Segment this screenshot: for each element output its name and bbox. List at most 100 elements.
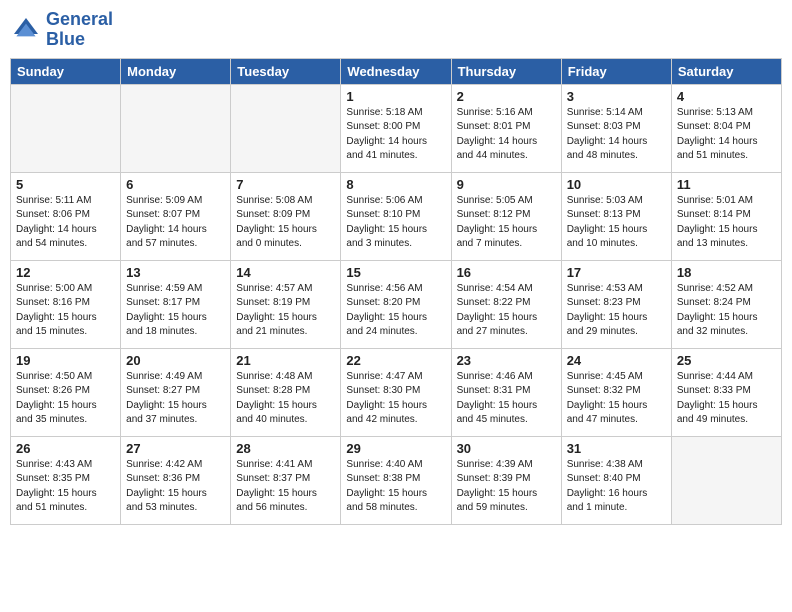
day-number: 8: [346, 177, 445, 192]
day-number: 12: [16, 265, 115, 280]
day-number: 7: [236, 177, 335, 192]
calendar-cell: 12 Sunrise: 5:00 AM Sunset: 8:16 PM Dayli…: [11, 260, 121, 348]
day-info: Sunrise: 4:56 AM Sunset: 8:20 PM Dayligh…: [346, 282, 445, 340]
calendar-week-5: 26 Sunrise: 4:43 AM Sunset: 8:35 PM Dayli…: [11, 436, 782, 524]
day-number: 21: [236, 353, 335, 368]
day-info: Sunrise: 4:44 AM Sunset: 8:33 PM Dayligh…: [677, 370, 776, 428]
day-number: 24: [567, 353, 666, 368]
day-number: 28: [236, 441, 335, 456]
calendar-cell: 25 Sunrise: 4:44 AM Sunset: 8:33 PM Dayli…: [671, 348, 781, 436]
calendar-cell: 18Sunrise: 4:52 AM Sunset: 8:24 PM Dayli…: [671, 260, 781, 348]
day-info: Sunrise: 5:01 AM Sunset: 8:14 PM Dayligh…: [677, 194, 776, 252]
calendar-cell: 30 Sunrise: 4:39 AM Sunset: 8:39 PM Dayli…: [451, 436, 561, 524]
day-number: 17: [567, 265, 666, 280]
calendar-cell: 24 Sunrise: 4:45 AM Sunset: 8:32 PM Dayli…: [561, 348, 671, 436]
day-number: 16: [457, 265, 556, 280]
day-info: Sunrise: 5:11 AM Sunset: 8:06 PM Dayligh…: [16, 194, 115, 252]
calendar-cell: 7 Sunrise: 5:08 AM Sunset: 8:09 PM Daylig…: [231, 172, 341, 260]
calendar-cell: [231, 84, 341, 172]
day-info: Sunrise: 5:00 AM Sunset: 8:16 PM Dayligh…: [16, 282, 115, 340]
day-info: Sunrise: 5:09 AM Sunset: 8:07 PM Dayligh…: [126, 194, 225, 252]
day-info: Sunrise: 4:47 AM Sunset: 8:30 PM Dayligh…: [346, 370, 445, 428]
day-number: 23: [457, 353, 556, 368]
day-number: 20: [126, 353, 225, 368]
day-number: 22: [346, 353, 445, 368]
calendar-cell: 22 Sunrise: 4:47 AM Sunset: 8:30 PM Dayli…: [341, 348, 451, 436]
calendar-cell: 15 Sunrise: 4:56 AM Sunset: 8:20 PM Dayli…: [341, 260, 451, 348]
calendar-week-1: 1 Sunrise: 5:18 AM Sunset: 8:00 PM Daylig…: [11, 84, 782, 172]
day-number: 5: [16, 177, 115, 192]
calendar-cell: [671, 436, 781, 524]
day-info: Sunrise: 4:38 AM Sunset: 8:40 PM Dayligh…: [567, 458, 666, 516]
calendar-header-row: SundayMondayTuesdayWednesdayThursdayFrid…: [11, 58, 782, 84]
day-info: Sunrise: 4:48 AM Sunset: 8:28 PM Dayligh…: [236, 370, 335, 428]
day-header-sunday: Sunday: [11, 58, 121, 84]
calendar-table: SundayMondayTuesdayWednesdayThursdayFrid…: [10, 58, 782, 525]
day-info: Sunrise: 4:41 AM Sunset: 8:37 PM Dayligh…: [236, 458, 335, 516]
day-number: 1: [346, 89, 445, 104]
calendar-cell: [11, 84, 121, 172]
day-number: 31: [567, 441, 666, 456]
day-number: 30: [457, 441, 556, 456]
day-info: Sunrise: 4:42 AM Sunset: 8:36 PM Dayligh…: [126, 458, 225, 516]
day-number: 3: [567, 89, 666, 104]
day-info: Sunrise: 4:54 AM Sunset: 8:22 PM Dayligh…: [457, 282, 556, 340]
day-header-tuesday: Tuesday: [231, 58, 341, 84]
calendar-cell: 8 Sunrise: 5:06 AM Sunset: 8:10 PM Daylig…: [341, 172, 451, 260]
day-number: 29: [346, 441, 445, 456]
calendar-week-3: 12 Sunrise: 5:00 AM Sunset: 8:16 PM Dayli…: [11, 260, 782, 348]
calendar-cell: 4Sunrise: 5:13 AM Sunset: 8:04 PM Daylig…: [671, 84, 781, 172]
calendar-cell: 26 Sunrise: 4:43 AM Sunset: 8:35 PM Dayli…: [11, 436, 121, 524]
calendar-cell: 11 Sunrise: 5:01 AM Sunset: 8:14 PM Dayli…: [671, 172, 781, 260]
day-info: Sunrise: 4:40 AM Sunset: 8:38 PM Dayligh…: [346, 458, 445, 516]
day-header-wednesday: Wednesday: [341, 58, 451, 84]
calendar-cell: 1 Sunrise: 5:18 AM Sunset: 8:00 PM Daylig…: [341, 84, 451, 172]
calendar-cell: 3 Sunrise: 5:14 AM Sunset: 8:03 PM Daylig…: [561, 84, 671, 172]
calendar-cell: 28 Sunrise: 4:41 AM Sunset: 8:37 PM Dayli…: [231, 436, 341, 524]
day-number: 25: [677, 353, 776, 368]
day-header-monday: Monday: [121, 58, 231, 84]
day-info: Sunrise: 4:39 AM Sunset: 8:39 PM Dayligh…: [457, 458, 556, 516]
day-info: Sunrise: 5:08 AM Sunset: 8:09 PM Dayligh…: [236, 194, 335, 252]
day-info: Sunrise: 5:03 AM Sunset: 8:13 PM Dayligh…: [567, 194, 666, 252]
calendar-cell: 10Sunrise: 5:03 AM Sunset: 8:13 PM Dayli…: [561, 172, 671, 260]
calendar-cell: 13 Sunrise: 4:59 AM Sunset: 8:17 PM Dayli…: [121, 260, 231, 348]
day-info: Sunrise: 5:18 AM Sunset: 8:00 PM Dayligh…: [346, 106, 445, 164]
day-header-friday: Friday: [561, 58, 671, 84]
calendar-week-2: 5 Sunrise: 5:11 AM Sunset: 8:06 PM Daylig…: [11, 172, 782, 260]
day-number: 13: [126, 265, 225, 280]
day-info: Sunrise: 4:45 AM Sunset: 8:32 PM Dayligh…: [567, 370, 666, 428]
day-number: 4: [677, 89, 776, 104]
calendar-cell: 27 Sunrise: 4:42 AM Sunset: 8:36 PM Dayli…: [121, 436, 231, 524]
calendar-cell: 14 Sunrise: 4:57 AM Sunset: 8:19 PM Dayli…: [231, 260, 341, 348]
day-number: 2: [457, 89, 556, 104]
calendar-cell: 17 Sunrise: 4:53 AM Sunset: 8:23 PM Dayli…: [561, 260, 671, 348]
calendar-cell: 6 Sunrise: 5:09 AM Sunset: 8:07 PM Daylig…: [121, 172, 231, 260]
day-header-saturday: Saturday: [671, 58, 781, 84]
day-info: Sunrise: 5:06 AM Sunset: 8:10 PM Dayligh…: [346, 194, 445, 252]
day-info: Sunrise: 5:14 AM Sunset: 8:03 PM Dayligh…: [567, 106, 666, 164]
calendar-cell: 20 Sunrise: 4:49 AM Sunset: 8:27 PM Dayli…: [121, 348, 231, 436]
day-number: 26: [16, 441, 115, 456]
calendar-cell: 19Sunrise: 4:50 AM Sunset: 8:26 PM Dayli…: [11, 348, 121, 436]
calendar-cell: 31 Sunrise: 4:38 AM Sunset: 8:40 PM Dayli…: [561, 436, 671, 524]
day-number: 27: [126, 441, 225, 456]
day-info: Sunrise: 4:53 AM Sunset: 8:23 PM Dayligh…: [567, 282, 666, 340]
page-header: General Blue: [10, 10, 782, 50]
day-number: 18: [677, 265, 776, 280]
day-info: Sunrise: 5:16 AM Sunset: 8:01 PM Dayligh…: [457, 106, 556, 164]
day-number: 6: [126, 177, 225, 192]
calendar-cell: 9Sunrise: 5:05 AM Sunset: 8:12 PM Daylig…: [451, 172, 561, 260]
day-info: Sunrise: 4:59 AM Sunset: 8:17 PM Dayligh…: [126, 282, 225, 340]
day-number: 11: [677, 177, 776, 192]
day-info: Sunrise: 5:05 AM Sunset: 8:12 PM Dayligh…: [457, 194, 556, 252]
logo: General Blue: [10, 10, 113, 50]
calendar-cell: 5 Sunrise: 5:11 AM Sunset: 8:06 PM Daylig…: [11, 172, 121, 260]
day-number: 15: [346, 265, 445, 280]
day-info: Sunrise: 4:57 AM Sunset: 8:19 PM Dayligh…: [236, 282, 335, 340]
day-number: 19: [16, 353, 115, 368]
logo-icon: [10, 14, 42, 46]
day-info: Sunrise: 4:43 AM Sunset: 8:35 PM Dayligh…: [16, 458, 115, 516]
day-info: Sunrise: 4:49 AM Sunset: 8:27 PM Dayligh…: [126, 370, 225, 428]
day-number: 14: [236, 265, 335, 280]
